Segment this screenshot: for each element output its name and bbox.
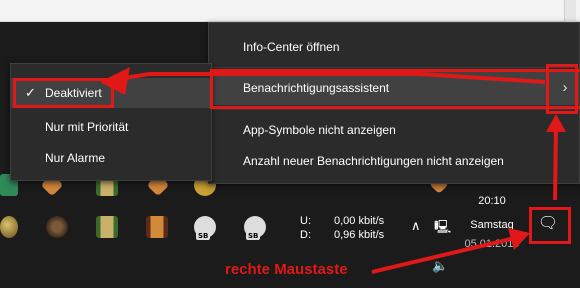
annotation-arrow-line [553, 124, 558, 201]
annotation-arrowhead [100, 67, 130, 95]
annotation-label: rechte Maustaste [225, 261, 348, 278]
annotation-arrow-line [109, 72, 546, 84]
annotation-arrow-line [371, 236, 516, 274]
annotation-arrowhead [546, 114, 566, 132]
annotation-arrowhead [508, 228, 530, 250]
annotation-arrows [100, 67, 566, 274]
